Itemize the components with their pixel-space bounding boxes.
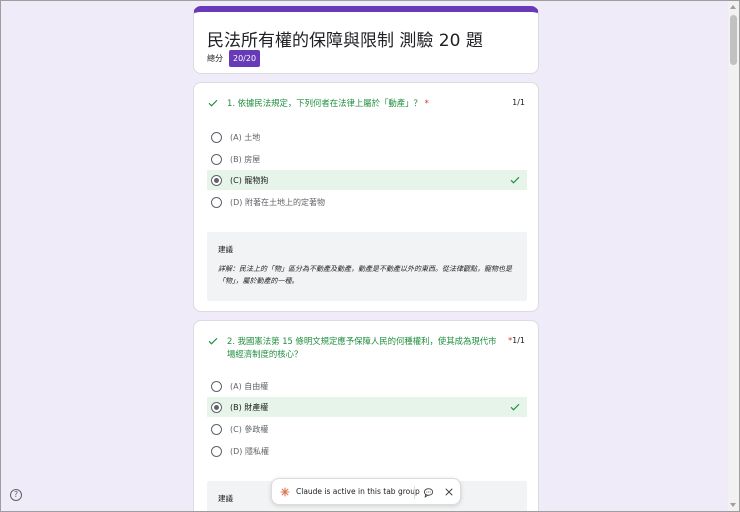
- help-button[interactable]: ?: [10, 489, 22, 501]
- option-c[interactable]: (C) 參政權: [207, 419, 527, 439]
- claude-logo-icon: [280, 487, 290, 497]
- score-row: 總分 20/20: [207, 50, 261, 67]
- radio-button[interactable]: [211, 380, 222, 392]
- score-badge: 20/20: [229, 50, 261, 67]
- close-icon[interactable]: [444, 487, 454, 497]
- feedback-text: 詳解：民法上的「物」區分為不動產及動產，動產是不動產以外的東西。從法律觀點，寵物…: [218, 265, 512, 285]
- option-a[interactable]: (A) 自由權: [207, 376, 527, 396]
- option-label: (C) 參政權: [230, 424, 269, 434]
- feedback-box: 建議 詳解：民法上的「物」區分為不動產及動產，動產是不動產以外的東西。從法律觀點…: [207, 232, 527, 301]
- toast-divider: [414, 486, 415, 499]
- radio-button-selected[interactable]: [211, 174, 222, 186]
- form-scroll-area: 民法所有權的保障與限制 測驗 20 題 總分 20/20 1. 依據民法規定，下…: [0, 0, 728, 512]
- radio-button[interactable]: [211, 153, 222, 165]
- required-mark: *: [424, 98, 429, 108]
- radio-button[interactable]: [211, 445, 222, 457]
- question-points: *1/1: [508, 336, 525, 345]
- option-label: (A) 土地: [230, 132, 261, 142]
- chat-bubble-icon[interactable]: [423, 487, 434, 498]
- option-label: (B) 財產權: [230, 402, 269, 412]
- option-label: (D) 附著在土地上的定著物: [230, 197, 325, 207]
- form-header-card: 民法所有權的保障與限制 測驗 20 題 總分 20/20: [193, 6, 539, 74]
- question-title: 2. 我國憲法第 15 條明文規定應予保障人民的何種權利，使其成為現代市場經濟制…: [227, 336, 497, 359]
- correct-check-icon: [510, 176, 520, 184]
- option-label: (B) 房屋: [230, 154, 261, 164]
- toast-text: Claude is active in this tab group: [296, 487, 420, 496]
- scroll-up-arrow-icon[interactable]: [730, 5, 736, 9]
- radio-button[interactable]: [211, 423, 222, 435]
- option-b[interactable]: (B) 財產權: [207, 397, 527, 417]
- correct-check-icon: [510, 403, 520, 411]
- radio-button[interactable]: [211, 196, 222, 208]
- option-d[interactable]: (D) 附著在土地上的定著物: [207, 192, 527, 212]
- option-b[interactable]: (B) 房屋: [207, 149, 527, 169]
- question-title: 1. 依據民法規定，下列何者在法律上屬於「動產」？: [227, 98, 422, 108]
- form-title: 民法所有權的保障與限制 測驗 20 題: [207, 31, 483, 51]
- question-card-1: 1. 依據民法規定，下列何者在法律上屬於「動產」？ * 1/1 (A) 土地 (…: [193, 82, 539, 312]
- vertical-scrollbar[interactable]: [728, 1, 739, 511]
- option-label: (A) 自由權: [230, 381, 269, 391]
- question-points: 1/1: [512, 98, 525, 107]
- option-label: (D) 隱私權: [230, 446, 269, 456]
- score-label: 總分: [207, 54, 223, 63]
- option-label: (C) 寵物狗: [230, 175, 269, 185]
- radio-button-selected[interactable]: [211, 401, 222, 413]
- question-header: 2. 我國憲法第 15 條明文規定應予保障人民的何種權利，使其成為現代市場經濟制…: [207, 335, 527, 361]
- question-text: 2. 我國憲法第 15 條明文規定應予保障人民的何種權利，使其成為現代市場經濟制…: [227, 335, 497, 361]
- radio-button[interactable]: [211, 131, 222, 143]
- feedback-title: 建議: [218, 494, 233, 503]
- question-text: 1. 依據民法規定，下列何者在法律上屬於「動產」？ *: [227, 97, 497, 110]
- scrollbar-thumb[interactable]: [730, 15, 737, 65]
- claude-status-toast: Claude is active in this tab group: [271, 478, 461, 505]
- option-a[interactable]: (A) 土地: [207, 127, 527, 147]
- option-d[interactable]: (D) 隱私權: [207, 441, 527, 461]
- scroll-down-arrow-icon[interactable]: [730, 503, 736, 507]
- feedback-title: 建議: [218, 245, 233, 254]
- points-value: 1/1: [512, 336, 525, 345]
- correct-check-icon: [208, 99, 218, 107]
- correct-check-icon: [208, 337, 218, 345]
- option-c[interactable]: (C) 寵物狗: [207, 170, 527, 190]
- question-header: 1. 依據民法規定，下列何者在法律上屬於「動產」？ *: [207, 97, 527, 110]
